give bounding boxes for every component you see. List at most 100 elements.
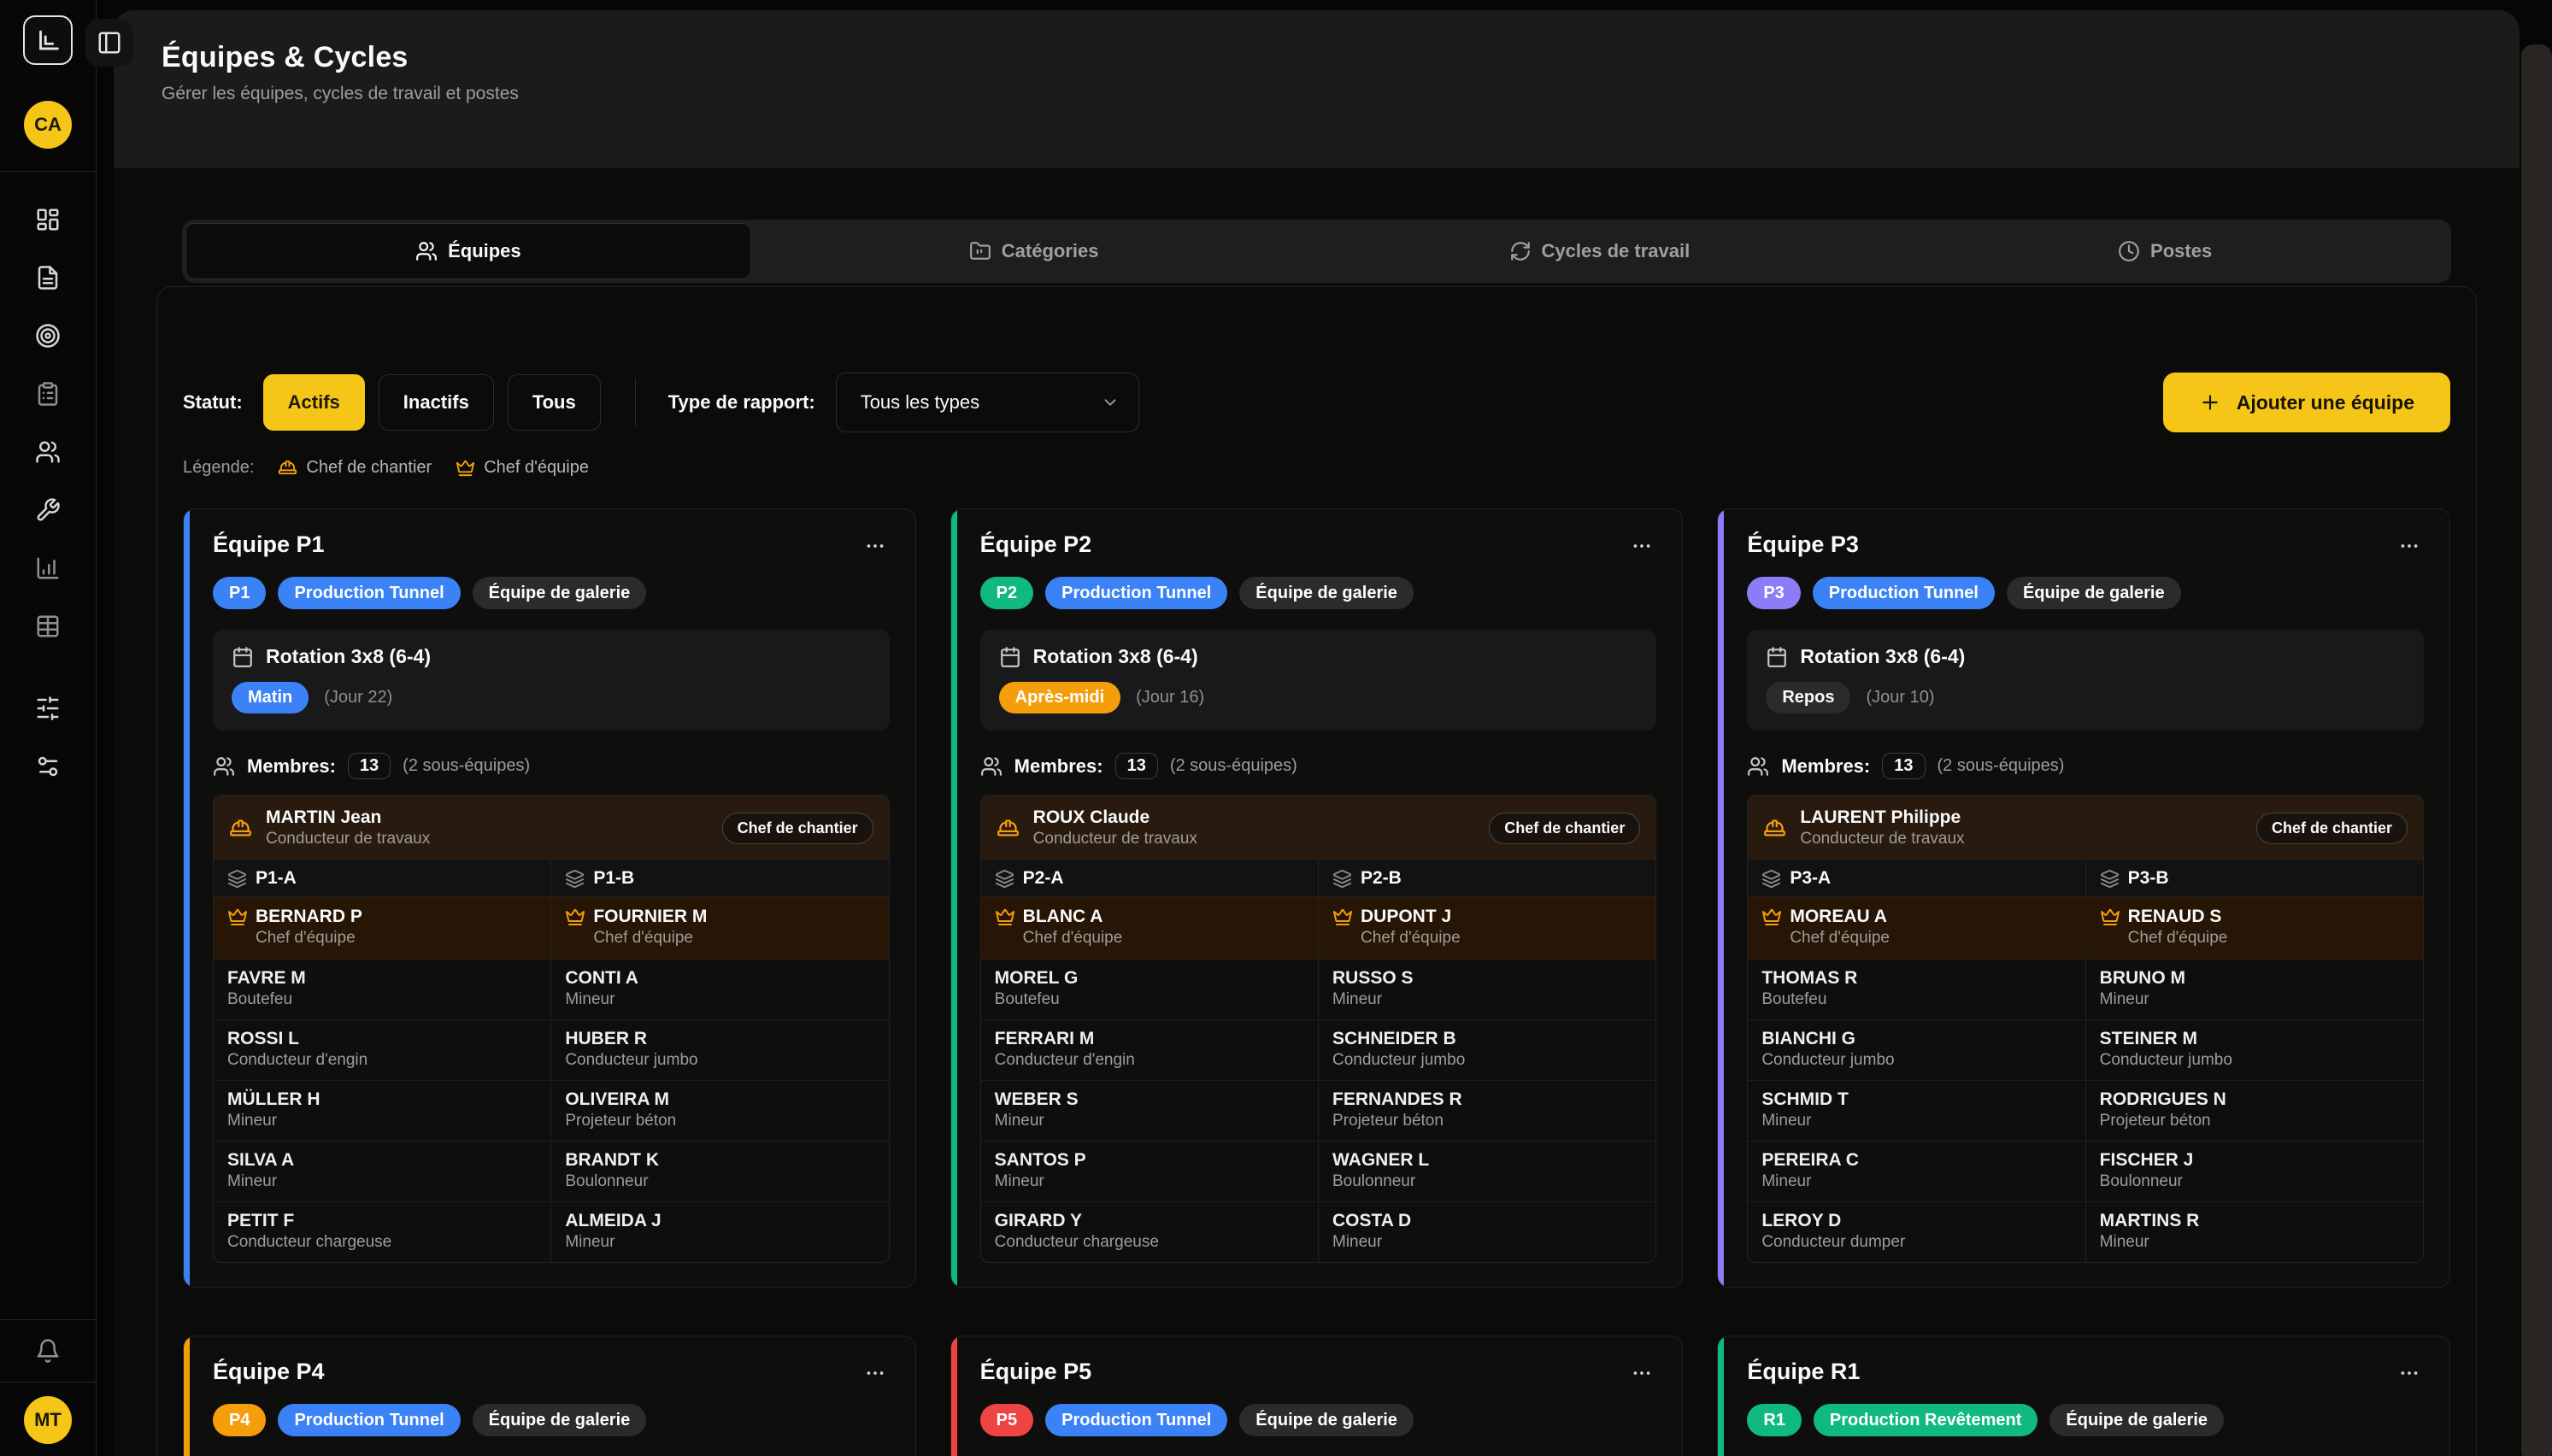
- team-card: Équipe R1R1Production RevêtementÉquipe d…: [1717, 1336, 2450, 1456]
- status-filter-inactifs[interactable]: Inactifs: [379, 374, 494, 431]
- member-role: Boulonneur: [1332, 1171, 1642, 1192]
- member-name: WEBER S: [995, 1089, 1304, 1111]
- leader-name: BERNARD P: [256, 906, 362, 928]
- member-role: Conducteur chargeuse: [995, 1232, 1304, 1253]
- wrench-icon[interactable]: [31, 493, 65, 527]
- dashboard-icon[interactable]: [31, 203, 65, 237]
- status-filter-actifs[interactable]: Actifs: [263, 374, 365, 431]
- team-menu-button[interactable]: [1627, 1359, 1656, 1390]
- supervisor-role: Conducteur de travaux: [266, 829, 430, 849]
- member-row: THOMAS RBoutefeu: [1748, 960, 2085, 1020]
- team-card-header: Équipe P3: [1747, 531, 2424, 563]
- supervisor-identity: MARTIN JeanConducteur de travaux: [266, 807, 430, 849]
- member-name: PETIT F: [227, 1210, 537, 1232]
- avatar-ca[interactable]: CA: [24, 101, 72, 149]
- team-card: Équipe P2P2Production TunnelÉquipe de ga…: [950, 508, 1684, 1288]
- rotation-shift-row: Après-midi(Jour 16): [999, 682, 1638, 713]
- calendar-icon: [1766, 646, 1788, 668]
- leader-row: BLANC AChef d'équipe: [981, 897, 1318, 960]
- leader-role: Chef d'équipe: [227, 928, 537, 948]
- sidebar: CA MT: [0, 0, 97, 1456]
- tab-postes[interactable]: Postes: [1882, 223, 2448, 279]
- rotation-label: Rotation 3x8 (6-4): [266, 645, 431, 668]
- report-type-value: Tous les types: [861, 391, 979, 414]
- member-row: SCHMID TMineur: [1748, 1081, 2085, 1142]
- clipboard-list-icon[interactable]: [31, 377, 65, 411]
- tab-equipes[interactable]: Équipes: [185, 223, 751, 279]
- app-logo[interactable]: [23, 15, 73, 65]
- layers-icon: [2100, 869, 2120, 889]
- team-badges: P1Production TunnelÉquipe de galerie: [213, 577, 890, 609]
- tab-categories[interactable]: Catégories: [751, 223, 1317, 279]
- add-team-button[interactable]: Ajouter une équipe: [2163, 373, 2450, 432]
- team-menu-button[interactable]: [1627, 531, 1656, 563]
- report-type-select[interactable]: Tous les types: [836, 373, 1139, 432]
- member-row: FAVRE MBoutefeu: [214, 960, 550, 1020]
- crown-icon: [2100, 907, 2120, 927]
- subteam-name: P3-A: [1790, 868, 1831, 889]
- member-row: SILVA AMineur: [214, 1142, 550, 1202]
- chef-de-chantier-badge: Chef de chantier: [2256, 813, 2408, 844]
- table-icon[interactable]: [31, 609, 65, 643]
- hard-hat-icon: [997, 817, 1020, 840]
- team-menu-button[interactable]: [2395, 1359, 2424, 1390]
- rotation-day-label: (Jour 16): [1136, 688, 1204, 707]
- crown-icon: [456, 458, 475, 478]
- folder-kanban-icon: [969, 240, 991, 262]
- member-row: GIRARD YConducteur chargeuse: [981, 1202, 1318, 1262]
- scrollbar[interactable]: [2521, 44, 2552, 1456]
- bell-icon[interactable]: [31, 1334, 65, 1368]
- team-menu-button[interactable]: [2395, 531, 2424, 563]
- supervisor-identity: LAURENT PhilippeConducteur de travaux: [1800, 807, 1964, 849]
- team-card-header: Équipe R1: [1747, 1359, 2424, 1390]
- bar-chart-icon[interactable]: [31, 551, 65, 585]
- subteam-header: P1-B: [551, 860, 888, 897]
- target-icon[interactable]: [31, 319, 65, 353]
- member-name: WAGNER L: [1332, 1149, 1642, 1171]
- subteams-note: (2 sous-équipes): [403, 756, 530, 776]
- subteam-header: P3-A: [1748, 860, 2085, 897]
- tab-cycles-de-travail[interactable]: Cycles de travail: [1317, 223, 1883, 279]
- member-row: BRUNO MMineur: [2086, 960, 2423, 1020]
- supervisor-name: ROUX Claude: [1033, 807, 1197, 829]
- rotation-shift-row: Matin(Jour 22): [232, 682, 871, 713]
- filter-divider: [635, 379, 636, 426]
- team-menu-button[interactable]: [861, 531, 890, 563]
- avatar-mt[interactable]: MT: [24, 1396, 72, 1444]
- team-name: Équipe R1: [1747, 1359, 1860, 1385]
- member-name: ROSSI L: [227, 1028, 537, 1050]
- members-label: Membres:: [1781, 755, 1870, 778]
- member-row: HUBER RConducteur jumbo: [551, 1020, 888, 1081]
- sliders-icon[interactable]: [31, 691, 65, 725]
- member-row: WEBER SMineur: [981, 1081, 1318, 1142]
- users-icon[interactable]: [31, 435, 65, 469]
- leader-name-row: BERNARD P: [227, 906, 537, 928]
- document-icon[interactable]: [31, 261, 65, 295]
- member-role: Conducteur d'engin: [995, 1050, 1304, 1071]
- members-row: Membres:13(2 sous-équipes): [980, 753, 1657, 779]
- sidebar-toggle-button[interactable]: [85, 19, 133, 67]
- member-role: Conducteur jumbo: [565, 1050, 874, 1071]
- team-code-badge: P5: [980, 1404, 1033, 1436]
- subteam-name: P1-A: [256, 868, 297, 889]
- page-title: Équipes & Cycles: [162, 39, 2520, 75]
- member-role: Projeteur béton: [565, 1111, 874, 1131]
- leader-row: DUPONT JChef d'équipe: [1319, 897, 1655, 960]
- team-category-badge: Équipe de galerie: [1239, 1404, 1414, 1436]
- crown-icon: [1761, 907, 1782, 927]
- settings-knobs-icon[interactable]: [31, 749, 65, 784]
- sidebar-nav-secondary: [31, 691, 65, 784]
- team-card: Équipe P4P4Production TunnelÉquipe de ga…: [183, 1336, 916, 1456]
- rotation-header: Rotation 3x8 (6-4): [232, 645, 871, 668]
- member-row: BRANDT KBoulonneur: [551, 1142, 888, 1202]
- sidebar-nav-primary: [31, 203, 65, 643]
- leader-name-row: MOREAU A: [1761, 906, 2071, 928]
- status-filter-tous[interactable]: Tous: [508, 374, 601, 431]
- team-menu-button[interactable]: [861, 1359, 890, 1390]
- member-name: ALMEIDA J: [565, 1210, 874, 1232]
- leader-role: Chef d'équipe: [565, 928, 874, 948]
- member-name: BRANDT K: [565, 1149, 874, 1171]
- member-name: MOREL G: [995, 967, 1304, 989]
- member-name: GIRARD Y: [995, 1210, 1304, 1232]
- member-name: THOMAS R: [1761, 967, 2071, 989]
